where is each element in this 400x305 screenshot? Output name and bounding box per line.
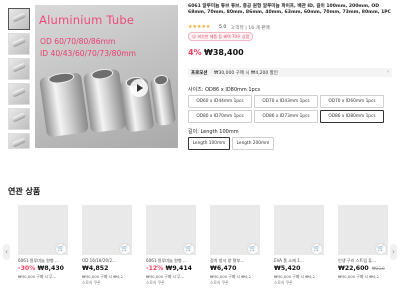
length-label: 길이: Length 100mm — [188, 129, 239, 135]
related-product-name[interactable]: EVA 폼 소재 1... — [274, 258, 324, 264]
thumbnail-6[interactable] — [8, 133, 30, 149]
related-product-price-row: ₩5,420 — [274, 265, 300, 272]
related-products-heading: 연관 상품 — [8, 187, 41, 196]
related-product-name[interactable]: 인생 구리 스트립 튜... — [338, 258, 388, 264]
cart-icon[interactable]: 🛒 — [55, 243, 67, 255]
size-option-3[interactable]: OD70 x ID60mm 1pcs — [320, 95, 384, 108]
rating-value: 5.0 — [219, 25, 227, 30]
thumbnail-1[interactable] — [8, 8, 30, 30]
thumbnail-2[interactable] — [8, 33, 30, 55]
prev-arrow-icon[interactable]: ‹ — [3, 244, 10, 260]
product-title: 6061 알루미늄 튜브 튜브, 중공 원형 알루미늄 파이프, 배관 ID, … — [188, 4, 392, 16]
length-option-2[interactable]: Length 200mm — [232, 137, 274, 150]
related-product-price: ₩22,600 — [338, 265, 369, 272]
tube-image — [82, 68, 128, 134]
discount-percent: 4% — [188, 48, 202, 57]
related-product-price-row: ₩22,600 ₩22,8 — [338, 265, 385, 272]
related-product-delivery: ₩30,000 구매 시 무... — [18, 274, 57, 279]
product-price: ₩38,400 — [204, 48, 244, 57]
cart-icon[interactable]: 🛒 — [311, 243, 323, 255]
promotion-bar[interactable]: 프로모션 ₩30,000 구매 시 ₩4,200 할인 › — [188, 68, 392, 77]
related-product-price-row: -30% ₩8,430 — [18, 265, 64, 272]
image-id-text: ID 40/43/60/70/73/80mm — [40, 49, 137, 58]
play-video-icon[interactable] — [130, 79, 148, 97]
size-label: 사이즈: OD86 x ID80mm 1pcs — [188, 87, 261, 93]
store-coupon: 스토어 쿠폰 — [82, 280, 101, 285]
image-od-text: OD 60/70/80/86mm — [40, 37, 116, 46]
related-product-price-row: -12% ₩9,414 — [146, 265, 192, 272]
promo-label: 프로모션 — [191, 71, 208, 76]
related-product-price-row: ₩6,470 — [210, 265, 236, 272]
related-product-name[interactable]: 6061 알루미늄 원형 ... — [146, 258, 196, 264]
size-option-1[interactable]: OD60 x ID44mm 1pcs — [188, 95, 252, 108]
related-product-price: ₩4,852 — [82, 265, 109, 272]
next-arrow-icon[interactable]: › — [390, 244, 397, 260]
cart-icon[interactable]: 🛒 — [375, 243, 387, 255]
cart-icon[interactable]: 🛒 — [183, 243, 195, 255]
related-product-old-price: ₩22,8 — [371, 266, 385, 271]
related-product-delivery: ₩30,000 구매 시 ₩4,2 — [338, 274, 379, 279]
cart-icon[interactable]: 🛒 — [247, 243, 259, 255]
size-option-6-selected[interactable]: OD86 x ID80mm 1pcs — [320, 110, 384, 123]
related-product-discount: -12% — [146, 265, 164, 272]
thumbnail-4[interactable] — [8, 83, 30, 105]
store-coupon: 스토어 쿠폰 — [274, 280, 293, 285]
store-coupon: 스토어 쿠폰 — [146, 280, 165, 285]
thumbnail-5[interactable] — [8, 108, 30, 130]
cart-icon[interactable]: 🛒 — [119, 243, 131, 255]
main-product-image[interactable]: Aluminium Tube OD 60/70/80/86mm ID 40/43… — [35, 5, 178, 148]
related-product-name[interactable]: OD 16/18/20/2... — [82, 258, 132, 263]
length-option-1-selected[interactable]: Length 100mm — [188, 137, 230, 150]
related-product-discount: -30% — [18, 265, 36, 272]
tube-image — [39, 72, 89, 138]
promo-text: ₩30,000 구매 시 ₩4,200 할인 — [214, 71, 278, 76]
store-coupon: 스토어 쿠폰 — [210, 280, 229, 285]
size-option-4[interactable]: OD80 x ID70mm 1pcs — [188, 110, 252, 123]
related-product-price: ₩5,420 — [274, 265, 301, 272]
tube-image — [149, 75, 177, 127]
related-product-name[interactable]: 6061 알루미늄 원형 ... — [18, 258, 68, 264]
size-option-5[interactable]: OD86 x ID73mm 1pcs — [254, 110, 318, 123]
related-product-price: ₩6,470 — [210, 265, 237, 272]
review-count[interactable]: 3 리뷰 | 16 개 판매 — [231, 25, 270, 31]
size-option-2[interactable]: OD70 x ID43mm 1pcs — [254, 95, 318, 108]
benefit-tag: ☺ 비슷한 제품 등 혜택 70우 상품 — [188, 32, 254, 41]
thumbnail-3[interactable] — [8, 58, 30, 80]
image-title-text: Aluminium Tube — [39, 13, 135, 27]
related-product-name[interactable]: 정치 방식 양 탈부... — [210, 258, 260, 264]
related-product-price: ₩8,430 — [37, 265, 64, 272]
chevron-right-icon: › — [387, 69, 389, 75]
related-product-price: ₩9,414 — [165, 265, 192, 272]
related-product-price-row: ₩4,852 — [82, 265, 108, 272]
rating-stars-icon: ★★★★★ — [188, 24, 211, 30]
